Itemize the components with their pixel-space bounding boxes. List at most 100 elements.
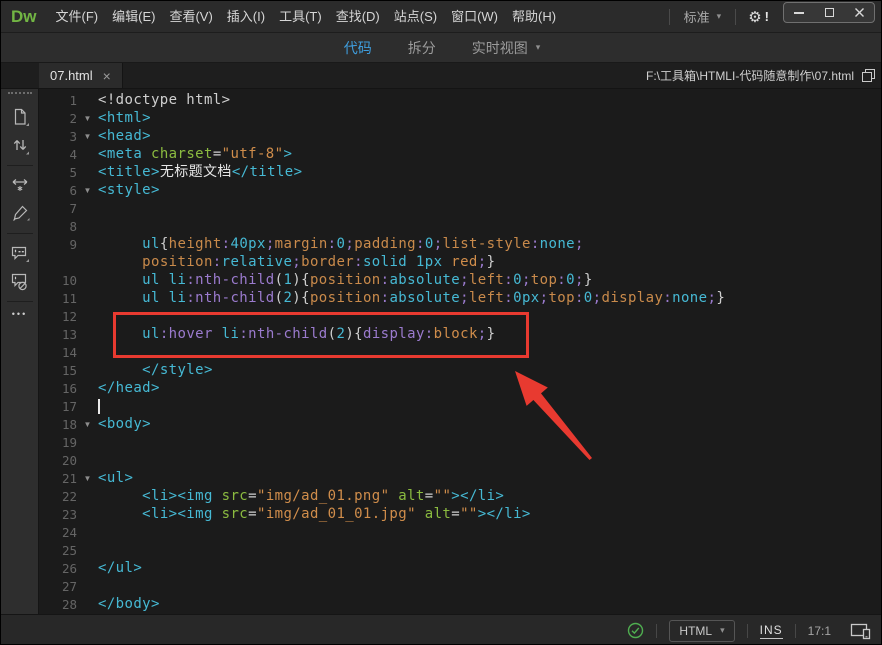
code-row[interactable]: 23 <li><img src="img/ad_01_01.jpg" alt="… <box>39 505 881 523</box>
code-text[interactable]: <meta charset="utf-8"> <box>98 145 292 163</box>
close-button[interactable] <box>844 3 874 22</box>
code-text[interactable]: <li><img src="img/ad_01.png" alt=""></li… <box>98 487 504 505</box>
code-text[interactable]: </style> <box>98 361 213 379</box>
code-row[interactable]: 26 </ul> <box>39 559 881 577</box>
code-row[interactable]: 15 </style> <box>39 361 881 379</box>
cursor-position: 17:1 <box>807 623 831 638</box>
insert-mode-indicator[interactable]: INS <box>759 623 783 639</box>
apply-comment-icon[interactable] <box>1 239 39 267</box>
code-row[interactable]: 20 <box>39 451 881 469</box>
code-text[interactable]: </ul> <box>98 559 142 577</box>
code-row[interactable]: 6 ▼ <style> <box>39 181 881 199</box>
code-row[interactable]: 1 <!doctype html> <box>39 91 881 109</box>
menu-insert[interactable]: 插入(I) <box>220 1 272 33</box>
code-text[interactable]: <html> <box>98 109 151 127</box>
wrap-tag-icon[interactable] <box>1 171 39 199</box>
minimize-icon <box>794 11 804 14</box>
code-text[interactable]: </head> <box>98 379 160 397</box>
menu-help[interactable]: 帮助(H) <box>505 1 563 33</box>
code-row[interactable]: 18 ▼ <body> <box>39 415 881 433</box>
code-row[interactable]: 27 <box>39 577 881 595</box>
code-row[interactable]: 7 <box>39 199 881 217</box>
validation-check-icon[interactable] <box>627 622 644 639</box>
line-number: 28 <box>61 596 77 612</box>
line-number: 11 <box>61 290 77 306</box>
code-row[interactable]: 4 <meta charset="utf-8"> <box>39 145 881 163</box>
minimize-button[interactable] <box>784 3 814 22</box>
fold-arrow-icon[interactable]: ▼ <box>77 474 98 483</box>
code-text[interactable]: <!doctype html> <box>98 91 230 109</box>
menu-file[interactable]: 文件(F) <box>49 1 106 33</box>
code-row[interactable]: 10 ul li:nth-child(1){position:absolute;… <box>39 271 881 289</box>
code-row[interactable]: 22 <li><img src="img/ad_01.png" alt=""><… <box>39 487 881 505</box>
menu-edit[interactable]: 编辑(E) <box>105 1 162 33</box>
toolbar-grip[interactable] <box>7 92 32 94</box>
line-number: 19 <box>61 434 77 450</box>
more-icon[interactable]: ••• <box>12 309 27 319</box>
code-text[interactable]: ul{height:40px;margin:0;padding:0;list-s… <box>98 235 584 253</box>
code-row[interactable]: 19 <box>39 433 881 451</box>
menu-find[interactable]: 查找(D) <box>329 1 387 33</box>
line-number: 12 <box>61 308 77 324</box>
gear-icon[interactable]: ⚙ <box>748 8 761 26</box>
code-text[interactable]: </body> <box>98 595 160 613</box>
code-text[interactable]: <body> <box>98 415 151 433</box>
workspace-switcher[interactable]: 标准 ▾ <box>680 7 726 26</box>
code-text[interactable] <box>98 397 100 415</box>
code-row[interactable]: 24 <box>39 523 881 541</box>
file-tab-title: 07.html <box>50 68 93 83</box>
app-logo[interactable]: Dw <box>11 7 37 27</box>
line-number: 16 <box>61 380 77 396</box>
code-row[interactable]: 25 <box>39 541 881 559</box>
line-number: 14 <box>61 344 77 360</box>
file-tab-bar: 07.html × F:\工具箱\HTMLI-代码随意制作\07.html <box>1 63 881 89</box>
fold-arrow-icon[interactable]: ▼ <box>77 186 98 195</box>
code-row[interactable]: 16 </head> <box>39 379 881 397</box>
code-text[interactable]: ul li:nth-child(1){position:absolute;lef… <box>98 271 593 289</box>
code-text[interactable]: <head> <box>98 127 151 145</box>
file-tab[interactable]: 07.html × <box>39 63 123 88</box>
separator <box>794 623 796 638</box>
tab-close-button[interactable]: × <box>103 69 111 83</box>
code-text[interactable]: <title>无标题文档</title> <box>98 163 302 181</box>
fold-arrow-icon[interactable]: ▼ <box>77 114 98 123</box>
code-text[interactable]: <li><img src="img/ad_01_01.jpg" alt=""><… <box>98 505 531 523</box>
remove-comment-icon[interactable] <box>1 267 39 295</box>
code-row[interactable]: 17 <box>39 397 881 415</box>
code-row[interactable]: 2 ▼ <html> <box>39 109 881 127</box>
fold-arrow-icon[interactable]: ▼ <box>77 132 98 141</box>
format-source-icon[interactable] <box>1 199 39 227</box>
window-controls <box>783 2 875 23</box>
menu-window[interactable]: 窗口(W) <box>444 1 505 33</box>
code-text[interactable]: <ul> <box>98 469 133 487</box>
fold-arrow-icon[interactable]: ▼ <box>77 420 98 429</box>
line-number: 17 <box>61 398 77 414</box>
doc-type-label: HTML <box>679 623 713 638</box>
code-text[interactable]: <style> <box>98 181 160 199</box>
code-row[interactable]: 9 ul{height:40px;margin:0;padding:0;list… <box>39 235 881 253</box>
code-row[interactable]: 11 ul li:nth-child(2){position:absolute;… <box>39 289 881 307</box>
device-preview-icon[interactable] <box>849 621 873 641</box>
code-row[interactable]: 5 <title>无标题文档</title> <box>39 163 881 181</box>
coding-toolbar: ••• <box>1 89 39 614</box>
menu-site[interactable]: 站点(S) <box>387 1 444 33</box>
restore-window-icon[interactable] <box>861 68 876 83</box>
doc-type-dropdown[interactable]: HTML ▾ <box>669 619 735 642</box>
line-number: 4 <box>69 146 77 162</box>
tab-split-view[interactable]: 拆分 <box>408 38 436 58</box>
code-text[interactable]: position:relative;border:solid 1px red;} <box>98 253 495 271</box>
menu-view[interactable]: 查看(V) <box>162 1 219 33</box>
code-row[interactable]: 3 ▼ <head> <box>39 127 881 145</box>
tab-code-view[interactable]: 代码 <box>344 38 372 58</box>
move-up-down-icon[interactable] <box>1 131 39 159</box>
code-row[interactable]: 28 </body> <box>39 595 881 613</box>
code-row[interactable]: position:relative;border:solid 1px red;} <box>39 253 881 271</box>
code-row[interactable]: 8 <box>39 217 881 235</box>
code-text[interactable]: ul li:nth-child(2){position:absolute;lef… <box>98 289 725 307</box>
menu-tools[interactable]: 工具(T) <box>272 1 329 33</box>
code-row[interactable]: 21 ▼ <ul> <box>39 469 881 487</box>
line-number: 21 <box>61 470 77 486</box>
file-icon[interactable] <box>1 103 39 131</box>
maximize-button[interactable] <box>814 3 844 22</box>
tab-live-view[interactable]: 实时视图 ▾ <box>472 38 541 58</box>
